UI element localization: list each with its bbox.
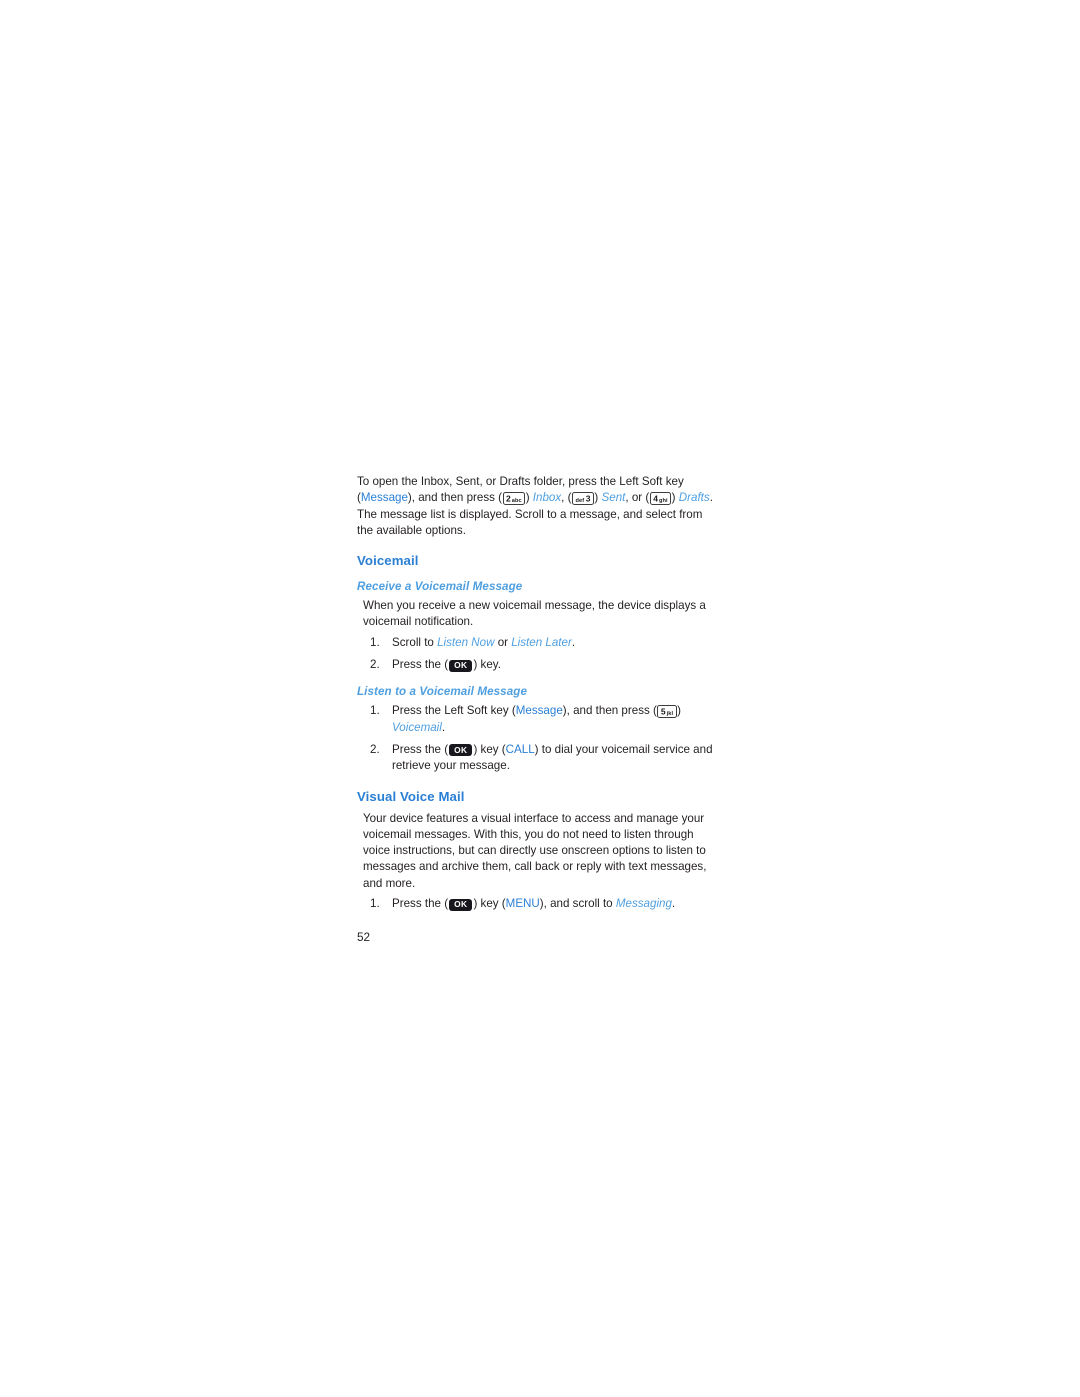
key-4-ghi-icon: 4ghi [649, 492, 672, 506]
ok-key-icon: OK [449, 898, 473, 911]
intro-paragraph: To open the Inbox, Sent, or Drafts folde… [357, 474, 717, 539]
key-3-letters: def [575, 497, 585, 504]
list-item: 2. Press the (OK) key (CALL) to dial your… [357, 742, 717, 775]
subheading-receive-voicemail: Receive a Voicemail Message [357, 580, 523, 594]
list-item: 1. Scroll to Listen Now or Listen Later. [357, 635, 717, 651]
key-3-def-icon: def 3 [571, 492, 594, 506]
key-3-digit: 3 [585, 493, 591, 504]
heading-visual-voice-mail: Visual Voice Mail [357, 788, 465, 804]
document-page: To open the Inbox, Sent, or Drafts folde… [0, 0, 1080, 1397]
key-5-letters: jkl [666, 710, 674, 717]
step-number: 2. [370, 658, 380, 672]
step-prefix: Press the ( [392, 897, 449, 911]
list-item: 1. Press the (OK) key (MENU), and scroll … [357, 896, 717, 912]
list-item: 1. Press the Left Soft key (Message), and… [357, 703, 717, 736]
sent-menu-label: Sent [601, 491, 626, 505]
receive-voicemail-paragraph: When you receive a new voicemail message… [363, 599, 706, 629]
list-item: 2. Press the (OK) key. [357, 657, 717, 673]
message-softkey-label: Message [515, 704, 563, 718]
step-middle: or [494, 635, 512, 649]
key-2-abc-icon: 2abc [502, 492, 526, 506]
subheading-listen-voicemail: Listen to a Voicemail Message [357, 685, 527, 699]
step-middle: ) key ( [473, 897, 506, 911]
inbox-menu-label: Inbox [532, 491, 562, 505]
voicemail-menu-label: Voicemail [392, 720, 442, 734]
step-suffix: . [571, 635, 576, 649]
menu-label: MENU [505, 897, 540, 911]
key-4-digit: 4 [653, 493, 658, 504]
listen-voicemail-steps: 1. Press the Left Soft key (Message), and… [357, 703, 717, 774]
heading-voicemail: Voicemail [357, 553, 419, 569]
intro-after-message: ), and then press ( [407, 491, 503, 505]
intro-after-inbox: , ( [561, 491, 572, 505]
visual-voice-mail-steps: 1. Press the (OK) key (MENU), and scroll … [357, 896, 717, 912]
key-2-digit: 2 [506, 493, 511, 504]
ok-key-icon: OK [449, 744, 473, 757]
step-prefix: Press the ( [392, 658, 449, 672]
step-suffix: . [671, 897, 676, 911]
step-suffix: ) key. [473, 658, 501, 672]
key-5-jkl-icon: 5jkl [657, 705, 677, 719]
step-after-menu: ), and scroll to [539, 897, 616, 911]
visual-voice-mail-paragraph: Your device features a visual interface … [363, 811, 707, 890]
step-number: 1. [370, 635, 380, 649]
messaging-menu-label: Messaging [615, 897, 672, 911]
call-label: CALL [505, 742, 535, 756]
key-5-digit: 5 [660, 706, 666, 717]
step-number: 2. [370, 742, 380, 756]
drafts-menu-label: Drafts [678, 491, 710, 505]
step-after-key: ) [677, 704, 682, 718]
step-prefix: Scroll to [392, 635, 438, 649]
listen-now-option: Listen Now [437, 635, 495, 649]
page-content: To open the Inbox, Sent, or Drafts folde… [357, 474, 717, 918]
step-middle: ) key ( [473, 742, 506, 756]
key-2-letters: abc [511, 497, 522, 504]
ok-key-icon: OK [449, 659, 473, 672]
message-softkey-label: Message [360, 491, 408, 505]
page-number: 52 [357, 930, 371, 944]
intro-after-sent: , or ( [625, 491, 650, 505]
intro-close-paren: ) [671, 491, 676, 505]
intro-line1: To open the Inbox, Sent, or Drafts folde… [357, 475, 684, 488]
key-4-letters: ghi [658, 497, 668, 504]
receive-voicemail-steps: 1. Scroll to Listen Now or Listen Later. … [357, 635, 717, 674]
step-number: 1. [370, 704, 380, 718]
step-number: 1. [370, 897, 380, 911]
intro-after-key2: ) [525, 491, 533, 505]
listen-later-option: Listen Later [511, 635, 572, 649]
intro-after-key3: ) [594, 491, 602, 505]
step-suffix: . [441, 720, 446, 734]
step-prefix: Press the ( [392, 742, 449, 756]
step-prefix: Press the Left Soft key ( [392, 704, 516, 718]
step-middle: ), and then press ( [562, 704, 657, 718]
